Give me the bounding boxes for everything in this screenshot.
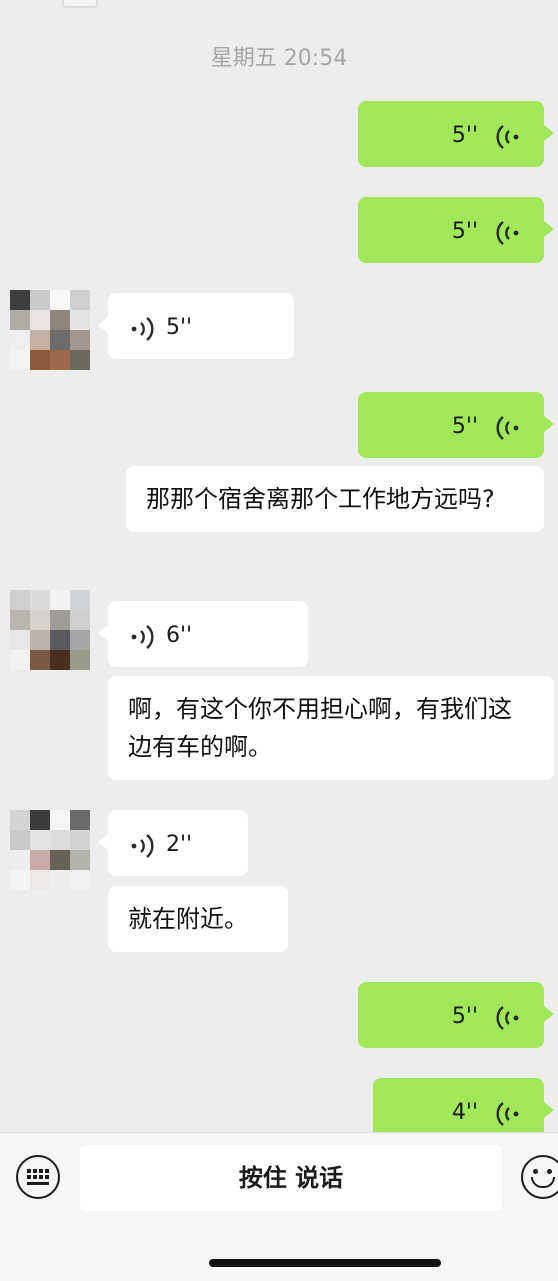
voice-duration: 5'' <box>451 414 478 439</box>
voice-message-incoming[interactable]: 6'' <box>98 601 308 667</box>
voice-wave-icon <box>496 1102 519 1126</box>
voice-wave-icon <box>131 834 154 858</box>
voice-message-outgoing[interactable]: 4'' <box>373 1078 554 1132</box>
voice-message-outgoing[interactable]: 5'' <box>358 197 554 263</box>
voice-duration: 2'' <box>166 832 193 857</box>
voice-duration: 5'' <box>451 219 478 244</box>
voice-wave-icon <box>131 625 154 649</box>
voice-message-incoming[interactable]: 5'' <box>98 293 294 359</box>
voice-wave-icon <box>496 221 519 245</box>
voice-wave-icon <box>496 125 519 149</box>
message-text: 那那个宿舍离那个工作地方远吗? <box>146 485 495 513</box>
voice-message-outgoing[interactable]: 5'' <box>358 392 554 458</box>
voice-wave-icon <box>496 416 519 440</box>
chat-area[interactable]: 星期五 20:54 5'' 5'' 5'' 5'' 那那个宿舍离那个工作地方远吗… <box>0 0 558 1132</box>
voice-wave-icon <box>496 1006 519 1030</box>
voice-duration: 5'' <box>166 315 193 340</box>
message-text: 就在附近。 <box>128 905 248 933</box>
status-sliver <box>62 0 98 8</box>
message-text: 啊，有这个你不用担心啊，有我们这边有车的啊。 <box>128 695 512 761</box>
voice-message-outgoing[interactable]: 5'' <box>358 982 554 1048</box>
voice-message-incoming[interactable]: 2'' <box>98 810 248 876</box>
keyboard-keys <box>27 1169 49 1185</box>
voice-duration: 5'' <box>451 1004 478 1029</box>
contact-avatar[interactable] <box>10 810 90 890</box>
voice-wave-icon <box>131 317 154 341</box>
home-indicator <box>209 1259 441 1267</box>
emoji-icon[interactable] <box>521 1155 558 1199</box>
keyboard-icon[interactable] <box>16 1155 60 1199</box>
contact-avatar[interactable] <box>10 290 90 370</box>
timestamp: 星期五 20:54 <box>210 46 348 71</box>
voice-transcript-text[interactable]: 就在附近。 <box>108 886 288 952</box>
voice-duration: 6'' <box>166 623 193 648</box>
input-bar: 按住 说话 <box>0 1132 558 1281</box>
voice-duration: 5'' <box>451 123 478 148</box>
hold-to-talk-button[interactable]: 按住 说话 <box>80 1145 502 1211</box>
voice-message-outgoing[interactable]: 5'' <box>358 101 554 167</box>
voice-transcript-text[interactable]: 啊，有这个你不用担心啊，有我们这边有车的啊。 <box>108 676 554 780</box>
voice-transcript-text[interactable]: 那那个宿舍离那个工作地方远吗? <box>126 466 544 532</box>
voice-duration: 4'' <box>451 1100 478 1125</box>
contact-avatar[interactable] <box>10 590 90 670</box>
